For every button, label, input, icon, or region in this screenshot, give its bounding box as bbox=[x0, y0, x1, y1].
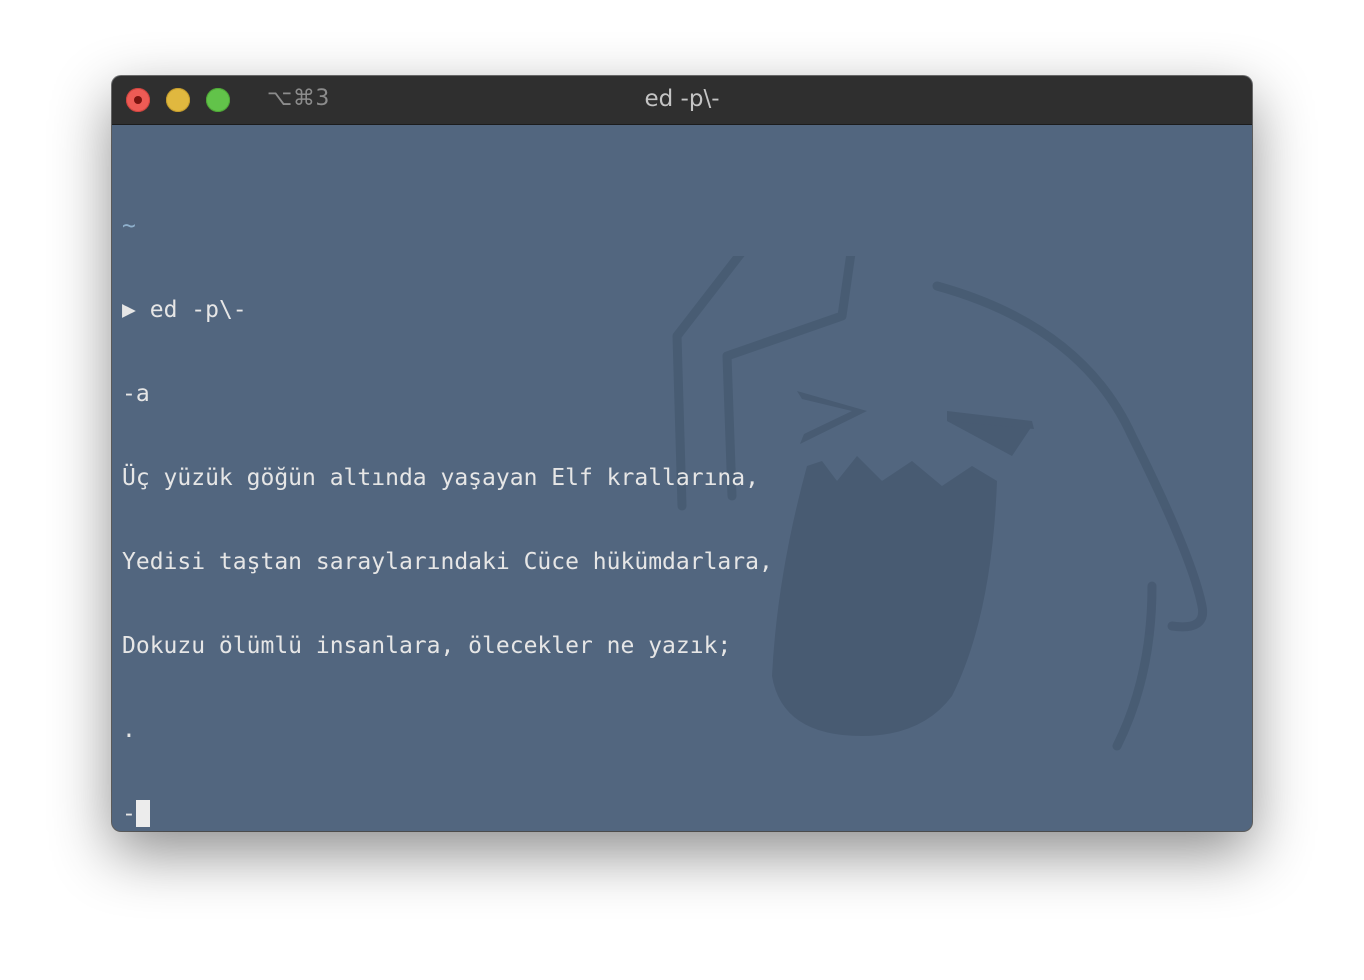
prompt-symbol: ▶ bbox=[122, 297, 136, 323]
title-bar[interactable]: ⌥⌘3 ed -p\- bbox=[112, 76, 1252, 125]
window-title: ed -p\- bbox=[644, 86, 720, 112]
current-prompt: - bbox=[122, 801, 136, 827]
output-line: Dokuzu ölümlü insanlara, ölecekler ne ya… bbox=[122, 633, 732, 659]
text-cursor bbox=[135, 800, 150, 827]
terminal-output[interactable]: ~ ▶ ed -p\- -a Üç yüzük göğün altında ya… bbox=[122, 156, 1242, 831]
end-input-marker: . bbox=[122, 717, 136, 743]
cwd-indicator: ~ bbox=[122, 213, 136, 239]
output-line: Üç yüzük göğün altında yaşayan Elf krall… bbox=[122, 465, 759, 491]
terminal-window: ⌥⌘3 ed -p\- ~ ▶ ed -p\- -a Üç yüzük göğü… bbox=[112, 76, 1252, 831]
output-line: Yedisi taştan saraylarındaki Cüce hükümd… bbox=[122, 549, 773, 575]
command-text: ed -p\- bbox=[149, 297, 247, 323]
append-command: -a bbox=[122, 381, 150, 407]
